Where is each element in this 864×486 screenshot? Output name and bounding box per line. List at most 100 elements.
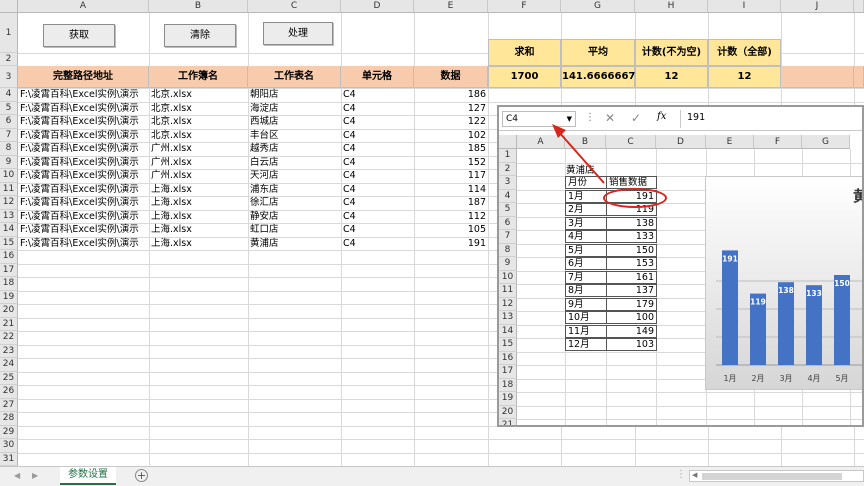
cell-address[interactable]: C4 bbox=[343, 210, 413, 223]
sheet-tab-params[interactable]: 参数设置 bbox=[60, 467, 116, 485]
inner-row-header-16[interactable]: 16 bbox=[499, 351, 517, 365]
cell-sheet[interactable]: 海淀店 bbox=[250, 102, 340, 115]
cell-value[interactable]: 185 bbox=[416, 142, 486, 155]
row-header-24[interactable]: 24 bbox=[0, 358, 18, 372]
cell-sheet[interactable]: 越秀店 bbox=[250, 142, 340, 155]
cell-path[interactable]: F:\凌霄百科\Excel实例\演示 bbox=[20, 237, 149, 250]
cell-address[interactable]: C4 bbox=[343, 169, 413, 182]
summary-value-count-nonblank[interactable]: 12 bbox=[635, 66, 708, 88]
cell-workbook[interactable]: 广州.xlsx bbox=[151, 156, 247, 169]
column-header-a[interactable]: A bbox=[18, 0, 149, 13]
summary-value-count-all[interactable]: 12 bbox=[708, 66, 781, 88]
column-header-d[interactable]: D bbox=[341, 0, 414, 13]
scrollbar-thumb[interactable] bbox=[702, 473, 842, 480]
row-header-26[interactable]: 26 bbox=[0, 385, 18, 399]
inner-row-header-13[interactable]: 13 bbox=[499, 311, 517, 325]
cell-path[interactable]: F:\凌霄百科\Excel实例\演示 bbox=[20, 88, 149, 101]
row-header-5[interactable]: 5 bbox=[0, 101, 18, 115]
summary-value-average[interactable]: 141.6666667 bbox=[561, 66, 635, 88]
inner-select-all-corner[interactable] bbox=[499, 135, 517, 149]
cell-sheet[interactable]: 静安店 bbox=[250, 210, 340, 223]
cell-sheet[interactable]: 黄浦店 bbox=[250, 237, 340, 250]
column-header-h[interactable]: H bbox=[635, 0, 708, 13]
row-header-10[interactable]: 10 bbox=[0, 169, 18, 183]
cell-address[interactable]: C4 bbox=[343, 129, 413, 142]
cell-address[interactable]: C4 bbox=[343, 196, 413, 209]
inner-column-header-e[interactable]: E bbox=[706, 135, 754, 149]
row-header-31[interactable]: 31 bbox=[0, 452, 18, 466]
scroll-right-icon[interactable]: ▶ bbox=[32, 471, 38, 480]
inner-row-header-3[interactable]: 3 bbox=[499, 176, 517, 190]
inner-row-header-11[interactable]: 11 bbox=[499, 284, 517, 298]
cell-path[interactable]: F:\凌霄百科\Excel实例\演示 bbox=[20, 115, 149, 128]
row-header-15[interactable]: 15 bbox=[0, 236, 18, 250]
header-empty-k[interactable] bbox=[854, 66, 864, 88]
table-cell-sales[interactable]: 179 bbox=[606, 297, 657, 311]
cell-address[interactable]: C4 bbox=[343, 237, 413, 250]
cell-workbook[interactable]: 北京.xlsx bbox=[151, 88, 247, 101]
cell-address[interactable]: C4 bbox=[343, 223, 413, 236]
cell-address[interactable]: C4 bbox=[343, 115, 413, 128]
cell-path[interactable]: F:\凌霄百科\Excel实例\演示 bbox=[20, 169, 149, 182]
inner-row-header-6[interactable]: 6 bbox=[499, 216, 517, 230]
cell-value[interactable]: 112 bbox=[416, 210, 486, 223]
tab-splitter-icon[interactable]: ⋮ bbox=[676, 469, 686, 480]
inner-row-header-18[interactable]: 18 bbox=[499, 378, 517, 392]
row-header-1[interactable]: 1 bbox=[0, 13, 18, 53]
row-header-19[interactable]: 19 bbox=[0, 290, 18, 304]
cell-workbook[interactable]: 上海.xlsx bbox=[151, 196, 247, 209]
row-header-9[interactable]: 9 bbox=[0, 155, 18, 169]
cell-path[interactable]: F:\凌霄百科\Excel实例\演示 bbox=[20, 210, 149, 223]
inner-row-header-10[interactable]: 10 bbox=[499, 270, 517, 284]
header-empty-j[interactable] bbox=[781, 66, 854, 88]
cell-address[interactable]: C4 bbox=[343, 156, 413, 169]
column-header-e[interactable]: E bbox=[414, 0, 488, 13]
row-header-23[interactable]: 23 bbox=[0, 344, 18, 358]
column-header-b[interactable]: B bbox=[149, 0, 248, 13]
row-header-3[interactable]: 3 bbox=[0, 66, 18, 88]
table-cell-sales[interactable]: 103 bbox=[606, 338, 657, 351]
column-header-f[interactable]: F bbox=[488, 0, 561, 13]
horizontal-scrollbar[interactable]: ◀ bbox=[689, 470, 864, 482]
cell-workbook[interactable]: 北京.xlsx bbox=[151, 115, 247, 128]
row-header-18[interactable]: 18 bbox=[0, 277, 18, 291]
table-cell-month[interactable]: 8月 bbox=[565, 284, 607, 297]
table-cell-sales[interactable]: 137 bbox=[606, 284, 657, 297]
inner-column-header-g[interactable]: G bbox=[802, 135, 850, 149]
cell-value[interactable]: 152 bbox=[416, 156, 486, 169]
cell-workbook[interactable]: 广州.xlsx bbox=[151, 169, 247, 182]
header-data[interactable]: 数据 bbox=[414, 66, 488, 88]
cell-address[interactable]: C4 bbox=[343, 142, 413, 155]
table-cell-sales[interactable]: 153 bbox=[606, 257, 657, 270]
inner-column-header-f[interactable]: F bbox=[754, 135, 802, 149]
row-header-7[interactable]: 7 bbox=[0, 128, 18, 142]
formula-input[interactable]: 191 bbox=[680, 110, 862, 128]
inner-row-header-21[interactable]: 21 bbox=[499, 419, 517, 425]
cell-sheet[interactable]: 白云店 bbox=[250, 156, 340, 169]
cell-path[interactable]: F:\凌霄百科\Excel实例\演示 bbox=[20, 183, 149, 196]
cell-address[interactable]: C4 bbox=[343, 102, 413, 115]
cell-address[interactable]: C4 bbox=[343, 183, 413, 196]
inner-row-header-9[interactable]: 9 bbox=[499, 257, 517, 271]
cell-sheet[interactable]: 虹口店 bbox=[250, 223, 340, 236]
inner-row-header-19[interactable]: 19 bbox=[499, 392, 517, 406]
add-sheet-icon[interactable]: + bbox=[135, 469, 148, 482]
table-cell-sales[interactable]: 100 bbox=[606, 311, 657, 324]
cell-sheet[interactable]: 天河店 bbox=[250, 169, 340, 182]
cell-value[interactable]: 127 bbox=[416, 102, 486, 115]
inner-row-header-20[interactable]: 20 bbox=[499, 405, 517, 419]
cell-workbook[interactable]: 上海.xlsx bbox=[151, 210, 247, 223]
cell-sheet[interactable]: 朝阳店 bbox=[250, 88, 340, 101]
header-full-path[interactable]: 完整路径地址 bbox=[18, 66, 149, 88]
clear-button[interactable]: 清除 bbox=[164, 24, 236, 47]
cell-sheet[interactable]: 西城店 bbox=[250, 115, 340, 128]
row-header-25[interactable]: 25 bbox=[0, 371, 18, 385]
table-cell-month[interactable]: 11月 bbox=[565, 324, 607, 338]
table-cell-month[interactable]: 1月 bbox=[565, 189, 607, 203]
cell-sheet[interactable]: 徐汇店 bbox=[250, 196, 340, 209]
inner-row-header-8[interactable]: 8 bbox=[499, 243, 517, 257]
cell-value[interactable]: 114 bbox=[416, 183, 486, 196]
cell-value[interactable]: 191 bbox=[416, 237, 486, 250]
scroll-left-icon[interactable]: ◀ bbox=[14, 471, 20, 480]
inner-column-header-c[interactable]: C bbox=[606, 135, 656, 149]
